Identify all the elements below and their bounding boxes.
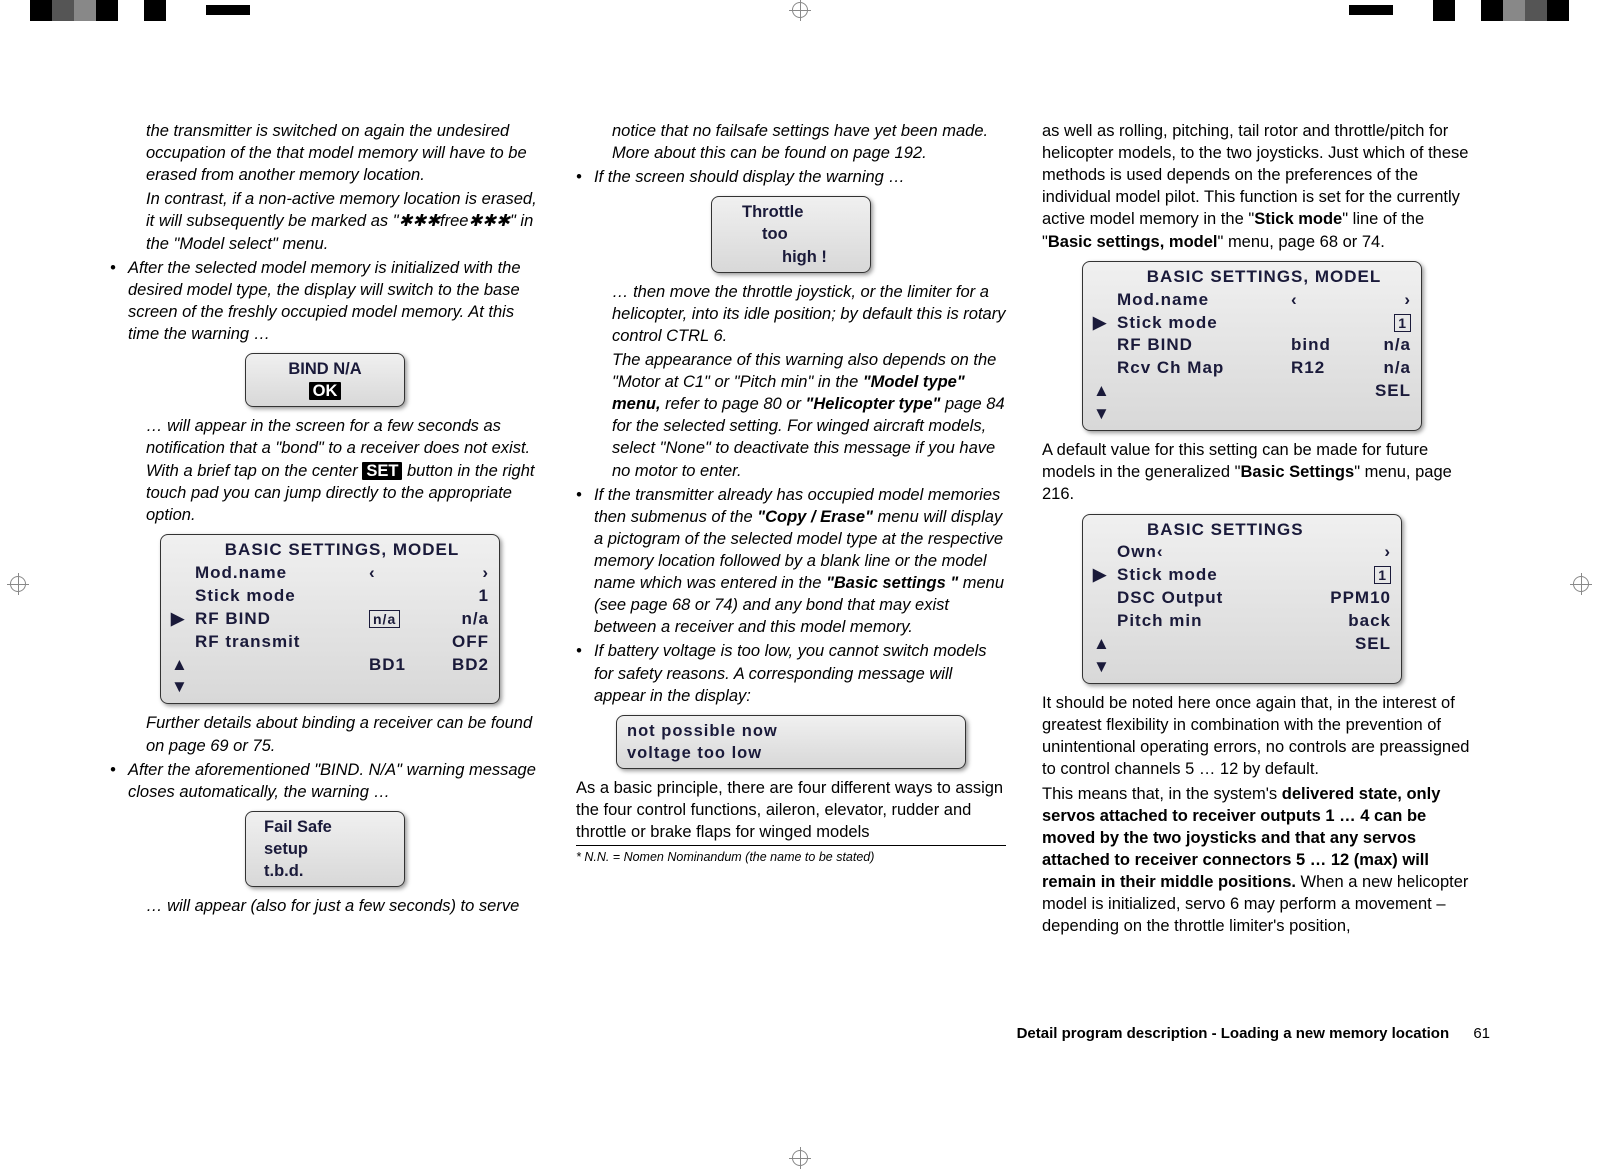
lcd-cell: 1 — [429, 585, 489, 608]
lcd-cell: BD1 — [369, 654, 429, 700]
text-bold: Basic settings, model — [1048, 233, 1218, 251]
lcd-cell: Stick mode — [195, 585, 369, 608]
ok-badge: OK — [309, 382, 342, 400]
paragraph: … will appear (also for just a few secon… — [110, 895, 540, 917]
lcd-cell: Mod.name — [195, 562, 369, 585]
set-key: SET — [362, 462, 402, 480]
lcd-line: Fail Safe — [264, 816, 394, 838]
lcd-cell: SEL — [1331, 633, 1391, 679]
text: This means that, in the system's — [1042, 785, 1282, 803]
paragraph: … then move the throttle joystick, or th… — [576, 281, 1006, 347]
paragraph: As a basic principle, there are four dif… — [576, 777, 1006, 843]
color-bar-left — [30, 0, 250, 21]
lcd-line: BIND N/A — [256, 358, 394, 380]
lcd-cell: Own — [1117, 542, 1157, 561]
lcd-cell-boxed: 1 — [1374, 566, 1391, 584]
text-bold: Basic Settings — [1240, 463, 1354, 481]
page-number: 61 — [1473, 1025, 1490, 1042]
lcd-cell: Stick mode — [1117, 564, 1331, 587]
lcd-cell: Stick mode — [1117, 312, 1291, 335]
paragraph: Further details about binding a receiver… — [110, 712, 540, 756]
text-bold: "Copy / Erase" — [757, 508, 873, 526]
lcd-cell: Mod.name — [1117, 289, 1291, 312]
lcd-cell: RF transmit — [195, 631, 369, 654]
text-bold: "Basic settings " — [826, 574, 958, 592]
print-registration-top — [0, 0, 1599, 20]
registration-target-icon — [792, 2, 808, 18]
footer-text: Detail program description - Loading a n… — [1017, 1025, 1450, 1042]
footnote: * N.N. = Nomen Nominandum (the name to b… — [576, 845, 1006, 866]
lcd-cell: PPM10 — [1311, 587, 1391, 610]
bullet: After the aforementioned "BIND. N/A" war… — [110, 759, 540, 803]
lcd-line: not possible now — [627, 720, 955, 742]
paragraph: A default value for this setting can be … — [1042, 439, 1472, 505]
paragraph: In contrast, if a non-active memory loca… — [110, 188, 540, 254]
lcd-line: t.b.d. — [264, 860, 394, 882]
paragraph: This means that, in the system's deliver… — [1042, 783, 1472, 938]
lcd-cell: bind — [1291, 334, 1351, 357]
lcd-cell: OFF — [429, 631, 489, 654]
paragraph: … will appear in the screen for a few se… — [110, 415, 540, 526]
bullet: If the screen should display the warning… — [576, 166, 1006, 188]
lcd-line: Throttle — [742, 201, 860, 223]
lcd-cell: Pitch min — [1117, 610, 1331, 633]
page-footer: Detail program description - Loading a n… — [1017, 1025, 1490, 1042]
paragraph: The appearance of this warning also depe… — [576, 349, 1006, 482]
lcd-cell: n/a — [1351, 334, 1411, 357]
lcd-cell: BD2 — [429, 654, 489, 700]
lcd-cell: back — [1331, 610, 1391, 633]
lcd-cell: RF BIND — [195, 608, 369, 631]
column-3: as well as rolling, pitching, tail rotor… — [1042, 120, 1472, 939]
text-bold: "Helicopter type" — [806, 395, 941, 413]
lcd-title: BASIC SETTINGS, MODEL — [195, 539, 489, 562]
lcd-basic-settings-model-2: BASIC SETTINGS, MODEL Mod.name‹› ▶Stick … — [1082, 261, 1422, 432]
paragraph: notice that no failsafe settings have ye… — [576, 120, 1006, 164]
registration-target-icon — [10, 576, 26, 592]
print-registration-bottom — [0, 1148, 1599, 1168]
lcd-title: BASIC SETTINGS — [1117, 519, 1391, 542]
text-bold: Stick mode — [1254, 210, 1342, 228]
lcd-cell: DSC Output — [1117, 587, 1311, 610]
registration-target-icon — [792, 1150, 808, 1166]
text: refer to page 80 or — [661, 395, 806, 413]
lcd-cell-boxed: n/a — [369, 610, 400, 628]
lcd-cell: SEL — [1351, 380, 1411, 426]
lcd-basic-settings: BASIC SETTINGS Own‹› ▶Stick mode1 DSC Ou… — [1082, 514, 1402, 685]
lcd-title: BASIC SETTINGS, MODEL — [1117, 266, 1411, 289]
registration-target-icon — [1573, 576, 1589, 592]
lcd-line: too — [742, 223, 860, 245]
column-2: notice that no failsafe settings have ye… — [576, 120, 1006, 939]
lcd-cell: Rcv Ch Map — [1117, 357, 1291, 380]
lcd-cell: RF BIND — [1117, 334, 1291, 357]
bullet: If battery voltage is too low, you canno… — [576, 640, 1006, 706]
paragraph: as well as rolling, pitching, tail rotor… — [1042, 120, 1472, 253]
lcd-cell: n/a — [429, 608, 489, 631]
color-bar-right — [1349, 0, 1569, 21]
bullet: If the transmitter already has occupied … — [576, 484, 1006, 639]
column-1: the transmitter is switched on again the… — [110, 120, 540, 939]
bullet: After the selected model memory is initi… — [110, 257, 540, 345]
lcd-line: high ! — [742, 246, 860, 268]
lcd-cell: n/a — [1351, 357, 1411, 380]
lcd-cell-boxed: 1 — [1394, 314, 1411, 332]
text: " menu, page 68 or 74. — [1218, 233, 1385, 251]
lcd-line: voltage too low — [627, 742, 955, 764]
page-content: the transmitter is switched on again the… — [110, 120, 1490, 1060]
text: free — [440, 212, 468, 230]
lcd-voltage-low: not possible now voltage too low — [616, 715, 966, 769]
lcd-bind-na: BIND N/A OK — [245, 353, 405, 407]
paragraph: It should be noted here once again that,… — [1042, 692, 1472, 780]
text: In contrast, if a non-active memory loca… — [146, 190, 537, 230]
lcd-basic-settings-model: BASIC SETTINGS, MODEL Mod.name‹› Stick m… — [160, 534, 500, 705]
lcd-throttle-high: Throttle too high ! — [711, 196, 871, 272]
lcd-cell: R12 — [1291, 357, 1351, 380]
lcd-line: setup — [264, 838, 394, 860]
lcd-failsafe: Fail Safe setup t.b.d. — [245, 811, 405, 887]
paragraph: the transmitter is switched on again the… — [110, 120, 540, 186]
